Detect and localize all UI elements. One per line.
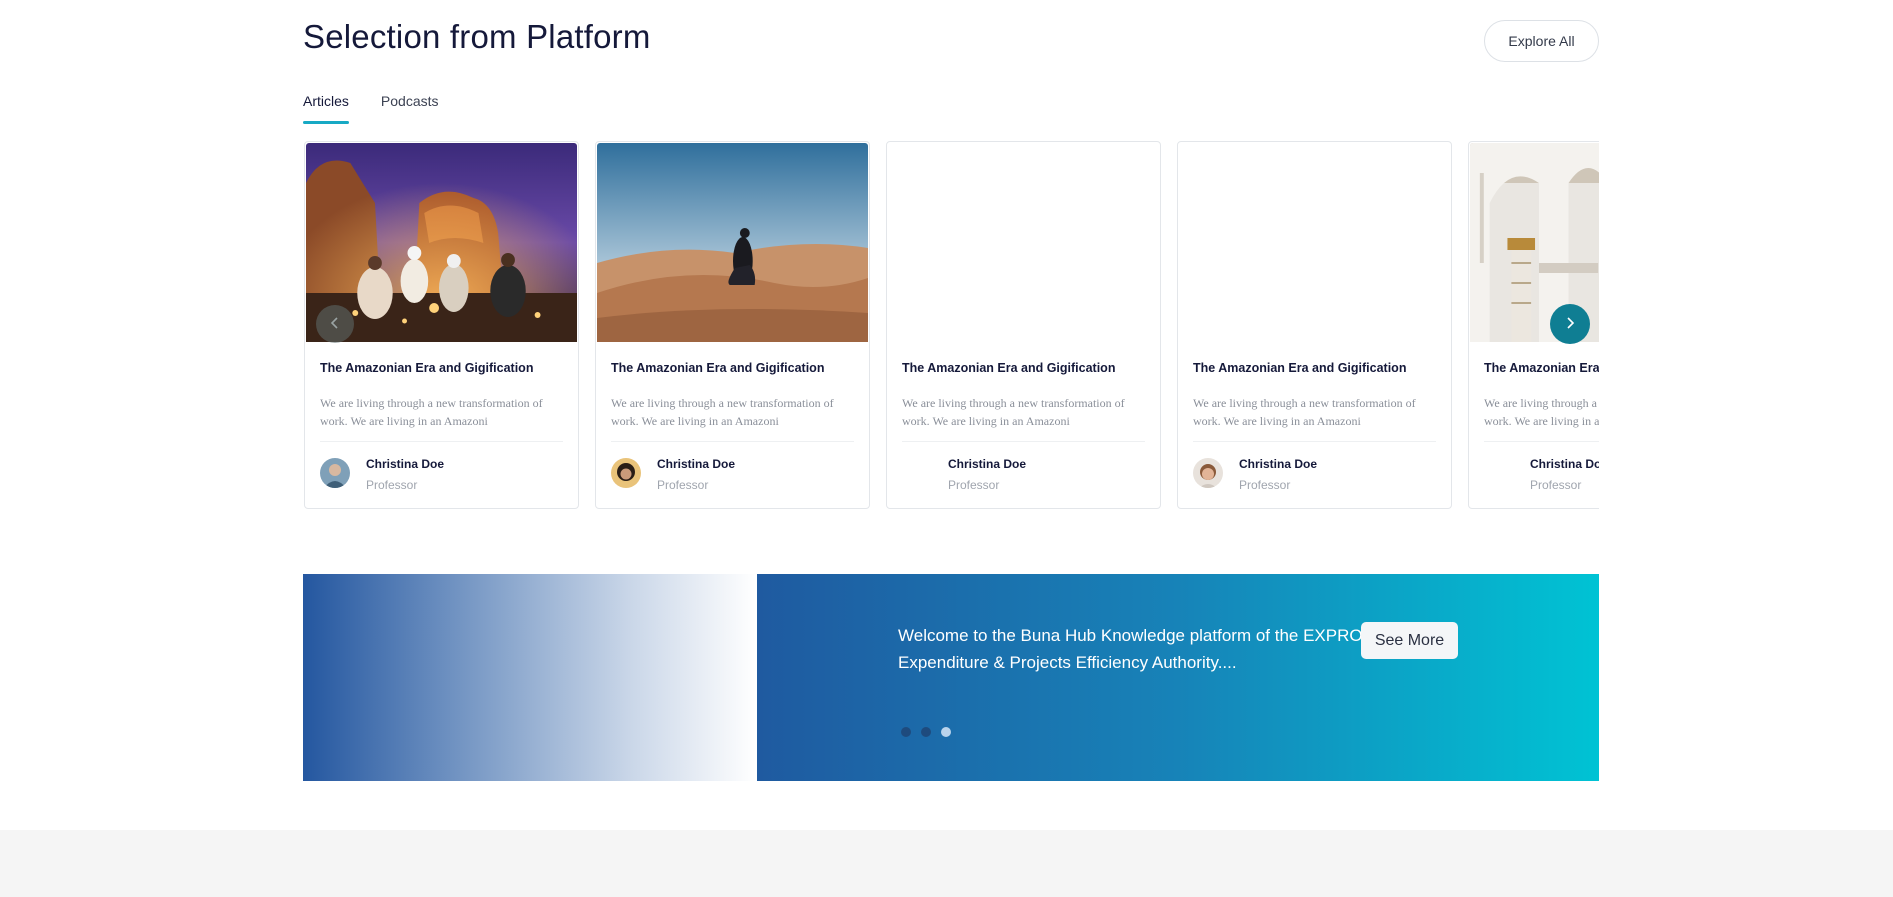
banner-content: Welcome to the Buna Hub Knowledge platfo… <box>757 574 1599 781</box>
footer-section <box>0 830 1893 897</box>
card-title[interactable]: The Amazonian Era and Gigification <box>902 361 1115 375</box>
carousel-next-button[interactable] <box>1550 304 1590 344</box>
chevron-left-icon <box>328 316 342 333</box>
articles-carousel: The Amazonian Era and Gigification We ar… <box>303 141 1599 511</box>
card-divider <box>320 441 563 442</box>
card-title[interactable]: The Amazonian Era and Gigification <box>1193 361 1406 375</box>
card-title[interactable]: The Amazonian Era and Gigification <box>611 361 824 375</box>
card-image-placeholder <box>1179 143 1450 342</box>
pagination-dot-3[interactable] <box>941 727 951 737</box>
chevron-right-icon <box>1563 316 1577 333</box>
avatar <box>320 458 350 488</box>
author-name: Christina Doe <box>1239 457 1318 471</box>
card-description: We are living through a new transformati… <box>1484 396 1599 428</box>
author-role: Professor <box>948 478 1000 492</box>
pagination-dot-2[interactable] <box>921 727 931 737</box>
banner-text: Welcome to the Buna Hub Knowledge platfo… <box>898 626 1368 672</box>
author-name: Christina Doe <box>1530 457 1599 471</box>
card-title[interactable]: The Amazonian Era and Gigification <box>320 361 533 375</box>
author-role: Professor <box>1530 478 1582 492</box>
author-name: Christina Doe <box>366 457 445 471</box>
see-more-button[interactable]: See More <box>1361 622 1458 659</box>
carousel-prev-button[interactable] <box>316 305 354 343</box>
author-role: Professor <box>366 478 418 492</box>
card-image-placeholder <box>888 143 1159 342</box>
explore-all-button[interactable]: Explore All <box>1484 20 1599 62</box>
article-card[interactable]: The Amazonian Era and Gigification We ar… <box>595 141 870 509</box>
pagination-dot-1[interactable] <box>901 727 911 737</box>
card-description: We are living through a new transformati… <box>1193 396 1416 428</box>
author-name: Christina Doe <box>657 457 736 471</box>
avatar <box>611 458 641 488</box>
card-divider <box>611 441 854 442</box>
card-description: We are living through a new transformati… <box>320 396 543 428</box>
banner-image-area <box>303 574 756 781</box>
banner-pagination <box>901 727 951 737</box>
card-divider <box>1484 441 1599 442</box>
author-role: Professor <box>1239 478 1291 492</box>
selection-section: Selection from Platform Explore All Arti… <box>303 0 1599 830</box>
author-role: Professor <box>657 478 709 492</box>
welcome-banner: Welcome to the Buna Hub Knowledge platfo… <box>303 574 1599 781</box>
section-title: Selection from Platform <box>303 18 651 55</box>
article-card[interactable]: The Amazonian Era and Gigification We ar… <box>886 141 1161 509</box>
card-title[interactable]: The Amazonian Era and Gigification <box>1484 361 1599 375</box>
author-name: Christina Doe <box>948 457 1027 471</box>
tab-podcasts[interactable]: Podcasts <box>381 92 439 124</box>
card-description: We are living through a new transformati… <box>611 396 834 428</box>
card-divider <box>1193 441 1436 442</box>
card-image-desert-dunes <box>597 143 868 342</box>
avatar <box>1193 458 1223 488</box>
card-divider <box>902 441 1145 442</box>
tab-articles[interactable]: Articles <box>303 92 349 124</box>
card-description: We are living through a new transformati… <box>902 396 1125 428</box>
article-card[interactable]: The Amazonian Era and Gigification We ar… <box>1177 141 1452 509</box>
content-tabs: Articles Podcasts <box>303 92 439 124</box>
